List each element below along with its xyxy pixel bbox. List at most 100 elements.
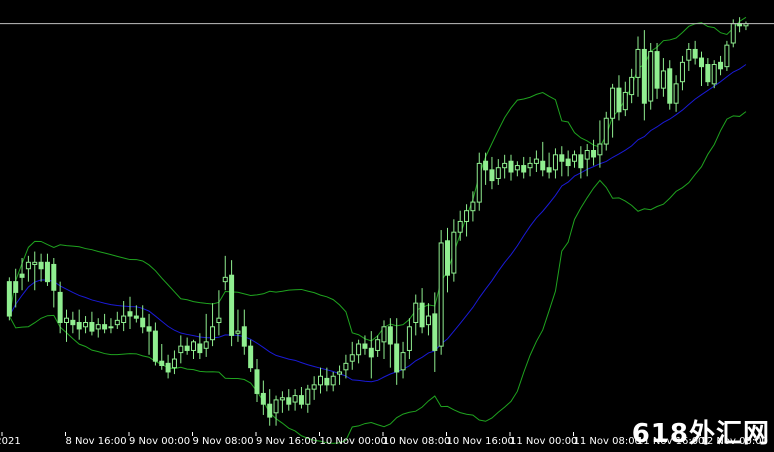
candle-body — [527, 162, 533, 169]
candle-body — [502, 162, 508, 169]
candle-body — [57, 291, 63, 323]
candle-body — [660, 70, 666, 89]
candle-body — [273, 399, 279, 414]
candle-body — [13, 281, 19, 293]
candle-body — [622, 91, 628, 111]
candle-body — [260, 392, 266, 405]
candle-body — [521, 165, 527, 173]
candle-body — [337, 371, 343, 375]
candle-body — [184, 345, 190, 351]
candle-body — [394, 343, 400, 373]
candle-body — [114, 319, 120, 326]
candle-body — [298, 395, 304, 405]
candle-body — [362, 343, 368, 349]
candle-body — [191, 341, 196, 351]
candle-body — [6, 281, 12, 317]
candle-body — [616, 87, 622, 113]
candle-body — [667, 68, 673, 104]
candle-body — [318, 375, 323, 386]
candle-body — [241, 326, 247, 347]
candle-body — [451, 231, 457, 274]
candle-body — [692, 48, 698, 59]
candle-body — [425, 315, 431, 326]
x-tick-label: 9 Nov 08:00 — [193, 436, 254, 447]
candle-body — [699, 57, 704, 68]
candle-body — [44, 261, 50, 283]
candle-body — [381, 326, 387, 343]
candle-body — [32, 261, 38, 265]
candle — [711, 60, 717, 89]
candle-body — [108, 326, 114, 329]
candle-body — [89, 322, 95, 332]
candle-body — [171, 358, 177, 369]
candle-body — [197, 343, 203, 354]
candle-body — [495, 167, 501, 179]
candle-body — [648, 51, 654, 102]
candle-body — [445, 240, 450, 276]
candle-body — [121, 315, 127, 323]
candle-body — [267, 403, 273, 418]
candle-body — [292, 395, 298, 403]
candle-body — [533, 158, 539, 164]
candle-body — [705, 64, 711, 83]
candle-body — [464, 210, 470, 222]
candle-body — [102, 324, 108, 330]
candle-body — [216, 317, 222, 324]
candle-body — [210, 326, 216, 341]
candle-body — [25, 261, 31, 270]
candle-body — [540, 160, 546, 171]
candle-body — [368, 347, 374, 358]
x-tick-label: 9 Nov 16:00 — [256, 436, 317, 447]
candle-body — [349, 354, 355, 362]
candle-body — [254, 369, 260, 394]
candle-body — [565, 158, 571, 167]
candle-body — [51, 263, 57, 291]
candle-body — [514, 165, 520, 171]
candle-body — [127, 311, 133, 317]
candle-body — [489, 169, 495, 182]
x-tick-label: 10 Nov 16:00 — [447, 436, 514, 447]
candle-body — [508, 160, 514, 173]
candle-body — [235, 330, 241, 334]
candle-body — [711, 64, 717, 85]
candle-body — [629, 76, 635, 96]
candle-body — [330, 375, 336, 386]
x-tick-label: 10 Nov 08:00 — [383, 436, 450, 447]
candle-body — [375, 339, 381, 351]
candle-body — [559, 154, 565, 162]
candle-body — [400, 352, 406, 371]
candle-body — [305, 388, 311, 405]
candle — [6, 277, 12, 321]
candle-body — [591, 150, 597, 158]
candle-body — [165, 362, 171, 373]
candle-body — [83, 322, 89, 328]
candle-body — [438, 242, 444, 347]
candle-body — [724, 44, 730, 68]
candle-body — [572, 154, 577, 162]
candle-body — [133, 315, 139, 319]
candle-body — [432, 313, 438, 351]
candle-body — [19, 273, 25, 278]
candle-body — [311, 384, 317, 390]
candle-body — [64, 317, 69, 324]
candle-body — [229, 274, 235, 336]
candle-body — [610, 87, 616, 119]
candle-body — [159, 360, 165, 367]
candle-body — [654, 51, 660, 89]
candle-body — [476, 162, 482, 203]
candle-body — [279, 397, 285, 401]
candlestick-chart: 8 Nov 2021 8 Nov 16:009 Nov 00:009 Nov 08… — [0, 0, 774, 452]
candle-body — [286, 397, 292, 405]
candle-body — [387, 326, 393, 345]
candle-body — [419, 302, 425, 328]
candle-body — [222, 276, 228, 283]
candle-body — [76, 322, 82, 330]
candle-body — [546, 167, 552, 173]
candle-body — [356, 343, 362, 356]
candle-body — [457, 220, 463, 233]
candle-body — [38, 261, 44, 270]
candle-body — [178, 345, 184, 354]
x-tick-label: 10 Nov 00:00 — [320, 436, 387, 447]
candle-body — [679, 61, 685, 83]
candle-body — [552, 154, 558, 171]
